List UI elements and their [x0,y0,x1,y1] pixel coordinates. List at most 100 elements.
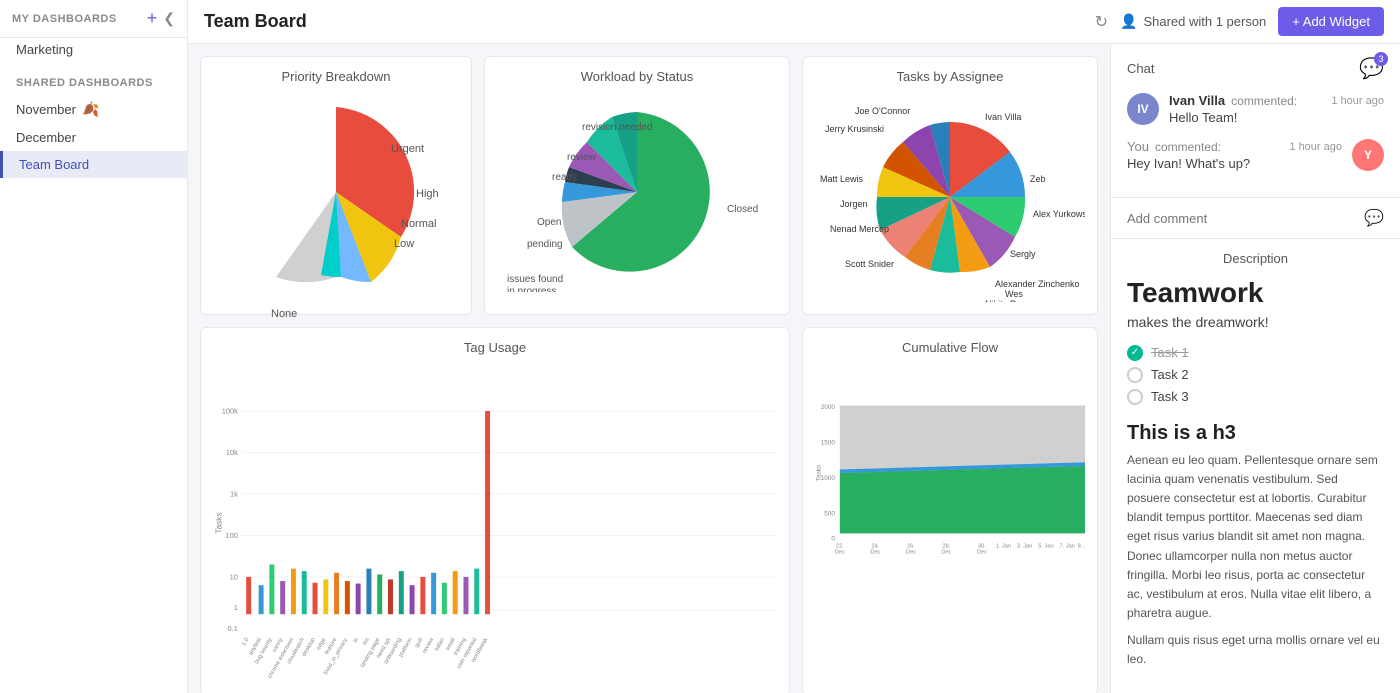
chat-icon: 💬 3 [1359,56,1384,81]
y-0: 0 [831,536,835,543]
bar-wordpress [485,411,490,614]
person-icon: 👤 [1120,13,1137,30]
revision-label: revision needed [582,122,653,133]
my-dashboards-label: MY DASHBOARDS [12,13,117,25]
low-label: Low [394,238,414,250]
message-body-ivan: Ivan Villa commented: 1 hour ago Hello T… [1169,93,1384,125]
description-h3: This is a h3 [1127,422,1384,445]
jerry-label: Jerry Krusinski [825,124,884,134]
bar-bug [269,564,274,614]
workload-title: Workload by Status [497,69,777,84]
ivan-label: Ivan Villa [985,112,1021,122]
y-1: 1 [234,603,238,612]
shared-label: Shared with 1 person [1143,14,1266,29]
right-panel: Chat 💬 3 IV Ivan Villa commented: 1 hour… [1110,44,1400,693]
sidebar-item-november[interactable]: November 🍂 [0,95,187,124]
xl-ios: ios [362,637,371,647]
bar-onboard [399,571,404,614]
y-100k: 100k [222,407,238,416]
add-comment-input[interactable] [1127,211,1364,226]
bar-training [463,577,468,614]
marketing-item[interactable]: Marketing [0,38,187,65]
inprogress-label: in progress [507,286,556,292]
y-1k: 1k [230,489,238,498]
assignee-pie-svg: Ivan Villa Zeb Alex Yurkowski Alexander … [815,92,1085,302]
task-item-1: ✓ Task 1 [1127,342,1384,364]
ready-label: ready [552,172,577,183]
description-title: Description [1127,251,1384,266]
chat-badge: 3 [1374,52,1388,66]
dashboard-grid: Priority Breakdown Urgent [188,44,1110,693]
message-text-you: Hey Ivan! What's up? [1127,156,1342,171]
add-widget-button[interactable]: + Add Widget [1278,7,1384,36]
flow-svg: 2000 1500 1000 500 0 Tasks 22. [815,363,1085,583]
joe-label: Joe O'Connor [855,106,910,116]
send-icon[interactable]: 💬 [1364,208,1384,228]
workload-pie-svg: Closed issues found in progress pending … [497,92,777,292]
urgent-label: Urgent [391,143,424,155]
sidebar-item-teamboard[interactable]: Team Board [0,151,187,178]
shared-with-button[interactable]: 👤 Shared with 1 person [1120,13,1266,30]
message-body-you: You commented: 1 hour ago Hey Ivan! What… [1127,139,1342,171]
task-check-2 [1127,367,1143,383]
widget-workload: Workload by Status [484,56,790,315]
november-emoji: 🍂 [82,101,99,118]
add-comment-bar[interactable]: 💬 [1111,198,1400,239]
x-dec1: Dec [835,549,845,555]
bar-need [388,579,393,614]
bar-user [474,569,479,615]
x-5jan: 5. Jan [1038,544,1053,550]
x-dec4: Dec [941,549,951,555]
sergly-label: Sergly [1010,249,1036,259]
xl-ie: ie [352,637,359,644]
normal-label: Normal [401,218,436,230]
y-2000: 2000 [821,404,836,411]
assignee-chart: Ivan Villa Zeb Alex Yurkowski Alexander … [815,92,1085,302]
message-author-ivan: Ivan Villa [1169,93,1225,108]
x-1jan: 1. Jan [996,544,1011,550]
task-label-3: Task 3 [1151,389,1189,404]
teamboard-label: Team Board [19,157,89,172]
tag-chart: 100k 10k 1k 100 10 1 0.1 Tasks [213,363,777,683]
alex-label: Alex Yurkowski [1033,209,1085,219]
pending-label: pending [527,239,563,250]
bar-ios [366,569,371,615]
header-title: Team Board [204,11,307,32]
widget-priority: Priority Breakdown Urgent [200,56,472,315]
bar-fixed [345,581,350,614]
widget-cumulative: Cumulative Flow 2000 1500 1000 500 0 Tas… [802,327,1098,693]
add-dashboard-icon[interactable]: + [147,8,158,29]
bar-feature [334,573,339,614]
y-10k: 10k [226,448,238,457]
y-500: 500 [824,511,835,518]
sidebar-item-december[interactable]: December [0,124,187,151]
x-9jan: 9... [1078,544,1085,550]
tag-title: Tag Usage [213,340,777,355]
collapse-sidebar-icon[interactable]: ❮ [163,10,175,27]
message-action-ivan: commented: [1231,94,1297,108]
chat-section: Chat 💬 3 IV Ivan Villa commented: 1 hour… [1111,44,1400,198]
x-dec5: Dec [977,549,987,555]
task-label-1: Task 1 [1151,345,1189,360]
refresh-icon[interactable]: ↻ [1095,12,1108,32]
xl-review: review [422,636,436,654]
wes-label: Wes [1005,289,1023,299]
none-label: None [271,308,297,320]
review-label: review [567,152,597,163]
bar-edge [323,579,328,614]
main-area: Team Board ↻ 👤 Shared with 1 person + Ad… [188,0,1400,693]
bar-safari [442,583,447,615]
avatar-you: Y [1352,139,1384,171]
bar-small [453,571,458,614]
bar-landing [377,574,382,614]
priority-chart: Urgent High Normal Low None [213,92,459,292]
task-check-3 [1127,389,1143,405]
bar-review [431,573,436,614]
issues-label: issues found [507,274,563,285]
description-subheading: makes the dreamwork! [1127,314,1384,330]
shared-dashboards-label: SHARED DASHBOARDS [0,65,187,95]
task-item-3: Task 3 [1127,386,1384,408]
y-1500: 1500 [821,440,836,447]
message-time-you: 1 hour ago [1289,141,1342,153]
x-dec3: Dec [906,549,916,555]
